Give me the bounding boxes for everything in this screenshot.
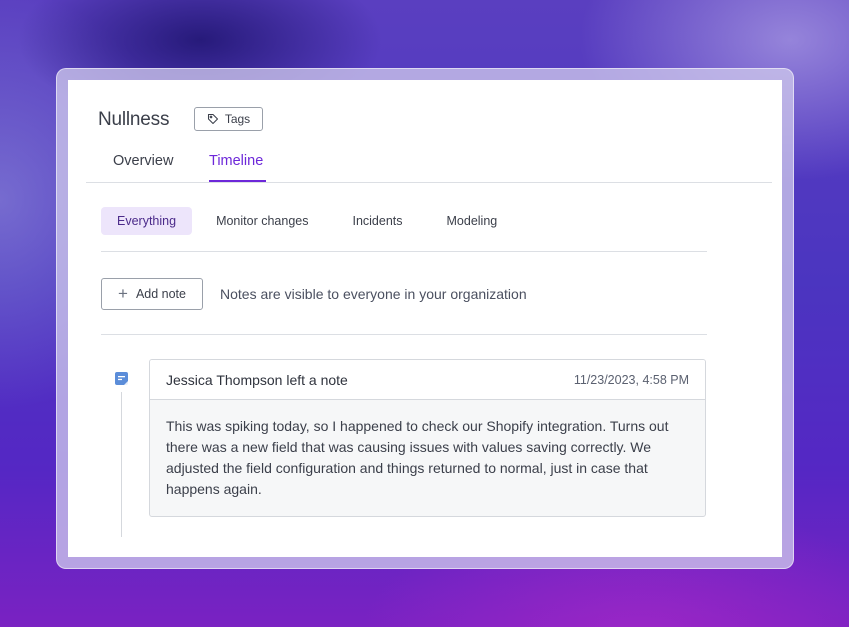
note-body: This was spiking today, so I happened to… [166, 418, 669, 497]
note-header: Jessica Thompson left a note 11/23/2023,… [150, 360, 705, 400]
tab-overview[interactable]: Overview [113, 153, 173, 169]
note-icon [115, 372, 128, 385]
tabs-divider [86, 182, 772, 183]
note-timestamp: 11/23/2023, 4:58 PM [573, 372, 689, 387]
filter-modeling[interactable]: Modeling [431, 207, 514, 235]
notes-visibility-hint: Notes are visible to everyone in your or… [220, 286, 527, 302]
page-title: Nullness [98, 109, 170, 130]
filters-divider [101, 251, 707, 252]
note-author: Jessica Thompson [166, 371, 283, 388]
notes-divider [101, 334, 707, 335]
filter-everything[interactable]: Everything [101, 207, 193, 235]
tags-button[interactable]: Tags [194, 107, 263, 131]
tags-label: Tags [224, 112, 251, 126]
main-panel: Nullness Tags Overview Timeline Everythi… [68, 80, 782, 557]
add-note-label: Add note [135, 287, 186, 301]
filter-monitor-changes[interactable]: Monitor changes [200, 207, 324, 235]
plus-icon: + [118, 283, 128, 303]
filter-incidents[interactable]: Incidents [336, 207, 418, 235]
note-author-line: Jessica Thompson left a note [166, 372, 348, 388]
tag-icon [207, 113, 218, 125]
timeline-note-card: Jessica Thompson left a note 11/23/2023,… [149, 359, 706, 517]
add-note-button[interactable]: + Add note [101, 278, 203, 310]
timeline-connector [121, 392, 122, 537]
note-action: left a note [282, 371, 348, 388]
tab-timeline[interactable]: Timeline [209, 153, 263, 169]
timeline-filters: Everything Monitor changes Incidents Mod… [101, 207, 513, 235]
